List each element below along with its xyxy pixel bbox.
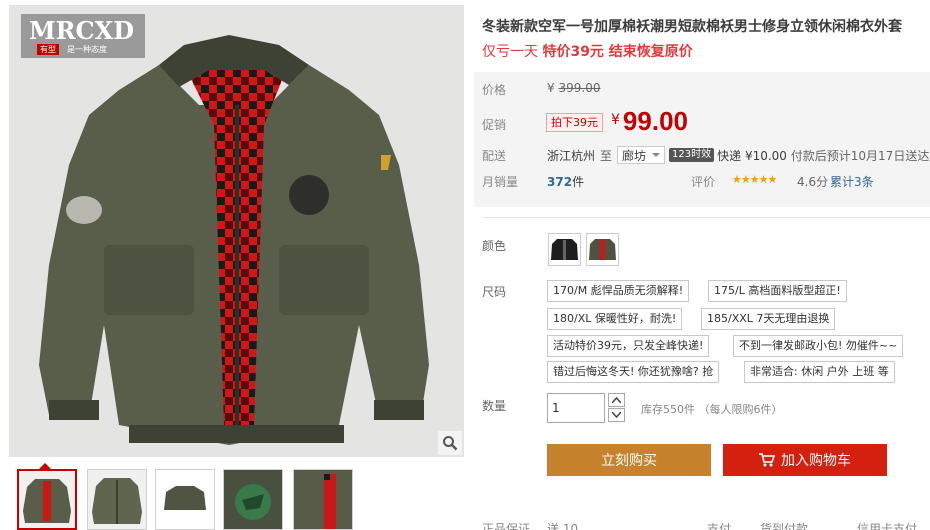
thumbnail-1[interactable] xyxy=(17,469,77,530)
thumbnail-strip xyxy=(9,463,464,530)
army-green-jacket-swatch-image xyxy=(589,239,616,260)
size-option-shipping-note[interactable]: 不到一律发邮政小包! 勿催件~~ xyxy=(733,335,904,357)
quantity-label: 数量 xyxy=(482,399,507,413)
purchase-limit: （每人限购6件） xyxy=(698,403,783,416)
black-jacket-swatch-image xyxy=(551,239,578,260)
promo-price-value: 99.00 xyxy=(622,106,688,136)
rating-score: 4.6分 xyxy=(797,175,829,189)
quantity-input[interactable]: 1 xyxy=(547,393,605,423)
add-to-cart-button[interactable]: 加入购物车 xyxy=(723,444,887,476)
size-option-usage[interactable]: 非常适合: 休闲 户外 上班 等 xyxy=(744,361,895,383)
sales-label: 月销量 xyxy=(482,175,519,189)
divider xyxy=(482,217,930,218)
ship-destination-select[interactable]: 廊坊 xyxy=(617,146,666,164)
zoom-button[interactable] xyxy=(438,431,462,455)
thumbnail-jacket-detail-image xyxy=(294,470,352,529)
promo-price: ¥99.00 xyxy=(611,106,688,137)
ship-origin: 浙江杭州 xyxy=(547,148,596,163)
sales-count-unit: 件 xyxy=(572,175,585,189)
currency-symbol: ¥ xyxy=(547,81,555,95)
ship-to: 至 xyxy=(600,148,613,163)
color-option-army-green[interactable] xyxy=(586,233,619,266)
size-option-urgency[interactable]: 错过后悔这冬天! 你还犹豫啥? 抢 xyxy=(547,361,720,383)
sales-count-value: 372 xyxy=(547,175,573,189)
thumbnail-3[interactable] xyxy=(155,469,215,530)
stock-count: 库存550件 xyxy=(641,403,695,416)
sales-count: 372件 xyxy=(547,173,584,190)
add-to-cart-label: 加入购物车 xyxy=(781,453,851,469)
rating-stars-icon: ★★★★★ xyxy=(732,173,777,186)
service-label: 正品保证 xyxy=(482,522,531,530)
promo-tag: 拍下39元 xyxy=(546,113,603,132)
brand-logo: MRCXD 有型 是一种态度 xyxy=(21,14,145,58)
shipping-label: 配送 xyxy=(482,149,507,163)
thumbnail-5[interactable] xyxy=(293,469,353,530)
promo-currency-symbol: ¥ xyxy=(611,112,620,128)
shipping-line: 浙江杭州 至 廊坊 123时效 快递 ¥10.00 付款后预计10月17日送达 xyxy=(547,146,929,164)
thumbnail-2[interactable] xyxy=(87,469,147,530)
price-label: 价格 xyxy=(482,83,507,97)
service-item-3: 支付 xyxy=(707,522,732,530)
size-label: 尺码 xyxy=(482,285,507,299)
product-info-panel: 冬装新款空军一号加厚棉袄潮男短款棉袄男士修身立领休闲棉衣外套 仅亏一天 特价39… xyxy=(474,0,930,530)
thumbnail-jacket-folded-image xyxy=(156,470,214,529)
service-item-2: 送 10 xyxy=(547,522,579,530)
ship-details: 快递 ¥10.00 付款后预计10月17日送达 xyxy=(717,147,929,164)
thumbnail-4[interactable] xyxy=(223,469,283,530)
ship-fee: 快递 ¥10.00 xyxy=(717,148,787,163)
thumbnail-jacket-front-image xyxy=(23,479,71,523)
cart-icon xyxy=(759,453,775,467)
size-option-175[interactable]: 175/L 高档面料版型超正! xyxy=(708,280,847,302)
chevron-up-icon xyxy=(612,397,621,403)
chevron-down-icon xyxy=(652,153,661,157)
quantity-decrease-button[interactable] xyxy=(608,408,625,422)
product-main-image[interactable]: MRCXD 有型 是一种态度 xyxy=(9,5,464,457)
original-price: ¥ 399.00 xyxy=(547,81,600,95)
size-option-185[interactable]: 185/XXL 7天无理由退换 xyxy=(701,308,836,330)
product-title: 冬装新款空军一号加厚棉袄潮男短款棉袄男士修身立领休闲棉衣外套 xyxy=(482,19,902,35)
buy-now-button[interactable]: 立刻购买 xyxy=(547,444,711,476)
color-option-black[interactable] xyxy=(548,233,581,266)
promo-label: 促销 xyxy=(482,118,507,132)
subtitle-prefix: 仅亏一天 xyxy=(482,44,538,60)
brand-slogan: 是一种态度 xyxy=(67,45,107,54)
ship-estimate: 付款后预计10月17日送达 xyxy=(790,148,930,163)
size-option-promo[interactable]: 活动特价39元，只发全峰快递! xyxy=(547,335,710,357)
size-option-180[interactable]: 180/XL 保暖性好，耐洗! xyxy=(547,308,683,330)
brand-name: MRCXD xyxy=(29,16,135,45)
thumbnail-back-print-image xyxy=(224,470,282,529)
delivery-time-badge: 123时效 xyxy=(669,148,715,162)
subtitle-highlight: 特价39元 结束恢复原价 xyxy=(542,44,693,60)
service-item-4: 货到付款 xyxy=(760,522,809,530)
rating-label: 评价 xyxy=(691,175,716,189)
jacket-image xyxy=(39,35,429,445)
stock-info: 库存550件 （每人限购6件） xyxy=(641,401,783,417)
quantity-increase-button[interactable] xyxy=(608,393,625,407)
original-price-value: 399.00 xyxy=(558,81,601,95)
magnifier-icon xyxy=(443,436,458,451)
thumbnail-jacket-closed-image xyxy=(92,478,142,524)
brand-tag: 有型 xyxy=(37,44,59,55)
review-count-link[interactable]: 累计3条 xyxy=(830,173,874,190)
size-option-170[interactable]: 170/M 彪悍品质无须解释! xyxy=(547,280,690,302)
ship-destination-value: 廊坊 xyxy=(622,148,647,163)
chevron-down-icon xyxy=(612,412,621,418)
service-item-5: 信用卡支付 xyxy=(857,522,918,530)
color-label: 颜色 xyxy=(482,239,507,253)
product-subtitle: 仅亏一天 特价39元 结束恢复原价 xyxy=(482,41,693,61)
